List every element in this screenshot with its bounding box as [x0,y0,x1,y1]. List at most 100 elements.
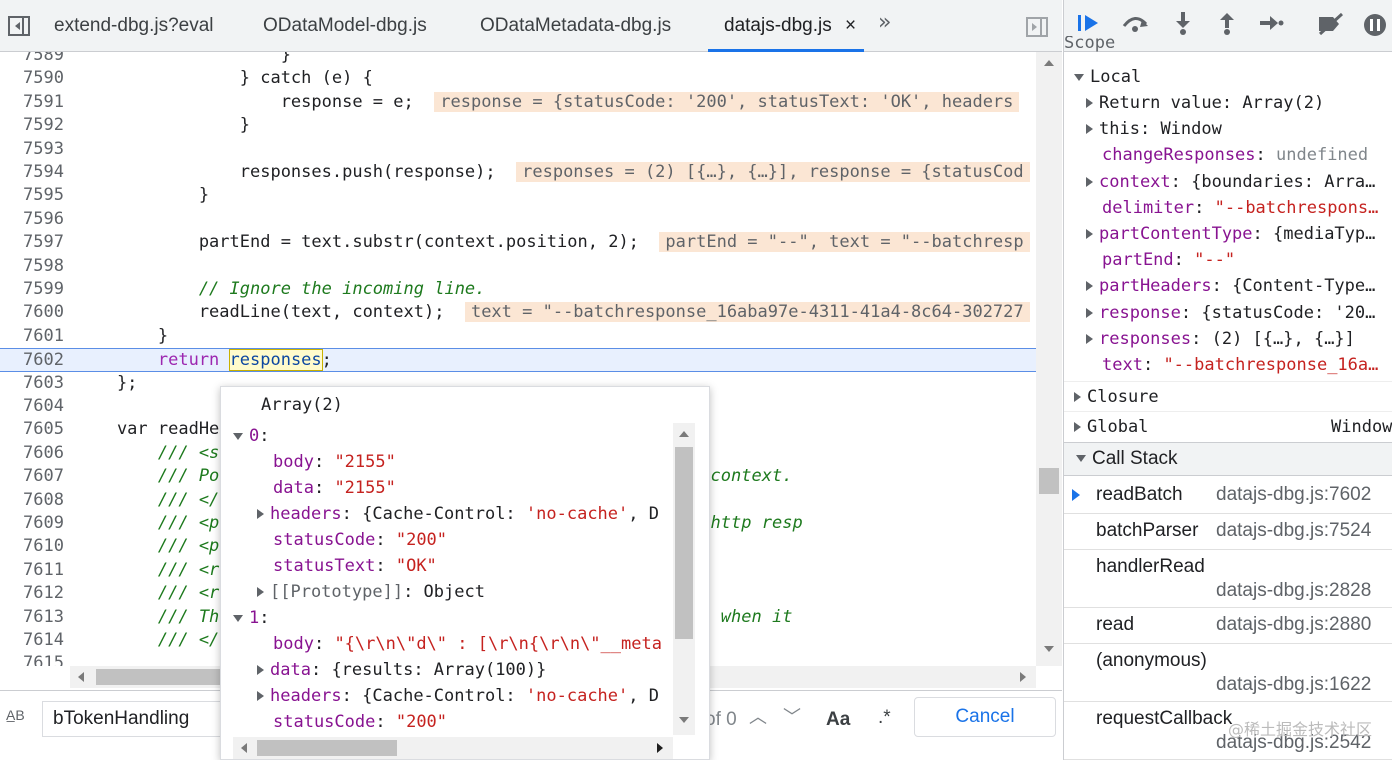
line-number[interactable]: 7589 [0,52,64,67]
line-number[interactable]: 7594 [0,161,64,184]
line-number[interactable]: 7590 [0,67,64,90]
code-line[interactable]: 7599 // Ignore the incoming line. [0,278,1040,301]
popover-vertical-scrollbar[interactable] [673,423,695,735]
hovered-identifier[interactable]: responses [228,349,323,372]
callstack-frame[interactable]: batchParser datajs-dbg.js:7524 [1064,514,1392,550]
scope-variable-row[interactable]: partContentType: {mediaTyp… [1086,221,1375,247]
object-preview-popover[interactable]: Array(2) 0: body: "2155" data: "2155" heade… [220,386,710,760]
callstack-frame[interactable]: handlerRead datajs-dbg.js:2828 [1064,550,1392,608]
line-number[interactable]: 7598 [0,255,64,278]
line-number[interactable]: 7593 [0,138,64,161]
line-number[interactable]: 7604 [0,395,64,418]
expand-right-icon[interactable] [1086,176,1093,187]
tab-datajs-dbg[interactable]: datajs-dbg.js × [708,0,865,52]
next-match-icon[interactable]: ﹀ [778,703,806,733]
code-line[interactable]: 7595 } [0,184,1040,207]
line-number[interactable]: 7606 [0,442,64,465]
line-number[interactable]: 7599 [0,278,64,301]
code-line[interactable]: 7590 } catch (e) { [0,67,1040,90]
line-number[interactable]: 7612 [0,582,64,605]
tab-extend-dbg[interactable]: extend-dbg.js?eval [54,0,214,52]
scope-closure-header[interactable]: Closure [1064,381,1392,411]
expand-right-icon[interactable] [257,509,264,519]
callstack-header[interactable]: Call Stack [1064,442,1392,476]
code-line[interactable]: 7598 [0,255,1040,278]
line-number[interactable]: 7592 [0,114,64,137]
expand-down-icon[interactable] [233,614,243,622]
scope-variable-row[interactable]: context: {boundaries: Arra… [1086,169,1375,195]
match-case-button[interactable]: Aa [826,709,850,731]
expand-right-icon[interactable] [1086,307,1093,318]
frame-location-link[interactable]: datajs-dbg.js:2828 [1216,580,1371,602]
callstack-frame[interactable]: read datajs-dbg.js:2880 [1064,608,1392,644]
line-number[interactable]: 7603 [0,372,64,395]
scope-variable-row[interactable]: responses: (2) [{…}, {…}] [1086,326,1355,352]
line-number[interactable]: 7596 [0,208,64,231]
popover-property-row[interactable]: headers: {Cache-Control: 'no-cache', D [257,683,659,709]
line-number[interactable]: 7602 [0,349,64,372]
line-number[interactable]: 7601 [0,325,64,348]
code-line[interactable]: 7594 responses.push(response); responses… [0,161,1040,184]
code-line[interactable]: 7589 } [0,52,1040,67]
scope-variable-row[interactable]: text: "--batchresponse_16a… [1086,352,1378,378]
line-number[interactable]: 7608 [0,489,64,512]
more-tabs-icon[interactable]: » [878,10,891,35]
debugger-sidebar-toggle-icon[interactable] [1026,17,1048,37]
line-number[interactable]: 7610 [0,535,64,558]
scope-variable-row[interactable]: response: {statusCode: '20… [1086,300,1375,326]
line-number[interactable]: 7609 [0,512,64,535]
regex-button[interactable]: .* [878,707,891,729]
scope-variable-row[interactable]: partHeaders: {Content-Type… [1086,273,1375,299]
code-line[interactable]: 7596 [0,208,1040,231]
frame-location-link[interactable]: datajs-dbg.js:7602 [1216,484,1371,506]
line-number[interactable]: 7597 [0,231,64,254]
expand-right-icon[interactable] [1086,229,1093,239]
line-number[interactable]: 7591 [0,91,64,114]
code-line[interactable]: 7597 partEnd = text.substr(context.posit… [0,231,1040,254]
editor-vertical-scrollbar[interactable] [1036,52,1062,666]
line-number[interactable]: 7611 [0,559,64,582]
popover-horizontal-scrollbar[interactable] [233,737,673,759]
close-icon[interactable]: × [845,15,856,36]
scope-variable-row[interactable]: Return value: Array(2) [1086,90,1324,116]
code-line[interactable]: 7600 readLine(text, context); text = "--… [0,301,1040,324]
line-number[interactable]: 7614 [0,629,64,652]
replace-toggle-icon[interactable]: A̲B [6,707,25,723]
expand-right-icon[interactable] [257,587,264,597]
code-line[interactable]: 7593 [0,138,1040,161]
scope-global-header[interactable]: Global Window [1064,411,1392,441]
scope-variable-row[interactable]: partEnd: "--" [1086,247,1235,273]
code-line[interactable]: 7592 } [0,114,1040,137]
scope-local-header[interactable]: Local [1064,62,1392,92]
scope-variable-row[interactable]: this: Window [1086,116,1222,142]
cancel-button[interactable]: Cancel [914,697,1056,737]
line-number[interactable]: 7607 [0,465,64,488]
line-number[interactable]: 7605 [0,418,64,441]
popover-property-row[interactable]: 0: [233,423,270,449]
expand-right-icon[interactable] [1086,124,1093,135]
expand-right-icon[interactable] [1086,281,1093,292]
popover-property-row[interactable]: data: {results: Array(100)} [257,657,546,683]
previous-match-icon[interactable]: ︿ [744,703,772,733]
frame-location-link[interactable]: datajs-dbg.js:2880 [1216,614,1371,636]
callstack-frame[interactable]: (anonymous) datajs-dbg.js:1622 [1064,644,1392,702]
expand-down-icon[interactable] [233,432,243,440]
scope-variable-row[interactable]: changeResponses: undefined [1086,142,1368,168]
frame-location-link[interactable]: datajs-dbg.js:1622 [1216,674,1371,696]
navigator-toggle-icon[interactable] [8,16,30,36]
tab-odatamodel-dbg[interactable]: ODataModel-dbg.js [263,0,427,52]
scope-variable-row[interactable]: delimiter: "--batchrespons… [1086,195,1378,221]
line-number[interactable]: 7613 [0,606,64,629]
code-line[interactable]: 7601 } [0,325,1040,348]
expand-right-icon[interactable] [257,691,264,701]
frame-location-link[interactable]: datajs-dbg.js:7524 [1216,520,1371,542]
expand-right-icon[interactable] [1086,98,1093,108]
callstack-frame[interactable]: readBatch datajs-dbg.js:7602 [1064,478,1392,514]
popover-property-row[interactable]: 1: [233,605,270,631]
code-line[interactable]: 7602 return responses; [0,348,1040,372]
expand-right-icon[interactable] [257,665,264,675]
line-number[interactable]: 7595 [0,184,64,207]
line-number[interactable]: 7615 [0,652,64,666]
code-line[interactable]: 7591 response = e; response = {statusCod… [0,91,1040,114]
tab-odatametadata-dbg[interactable]: ODataMetadata-dbg.js [480,0,671,52]
